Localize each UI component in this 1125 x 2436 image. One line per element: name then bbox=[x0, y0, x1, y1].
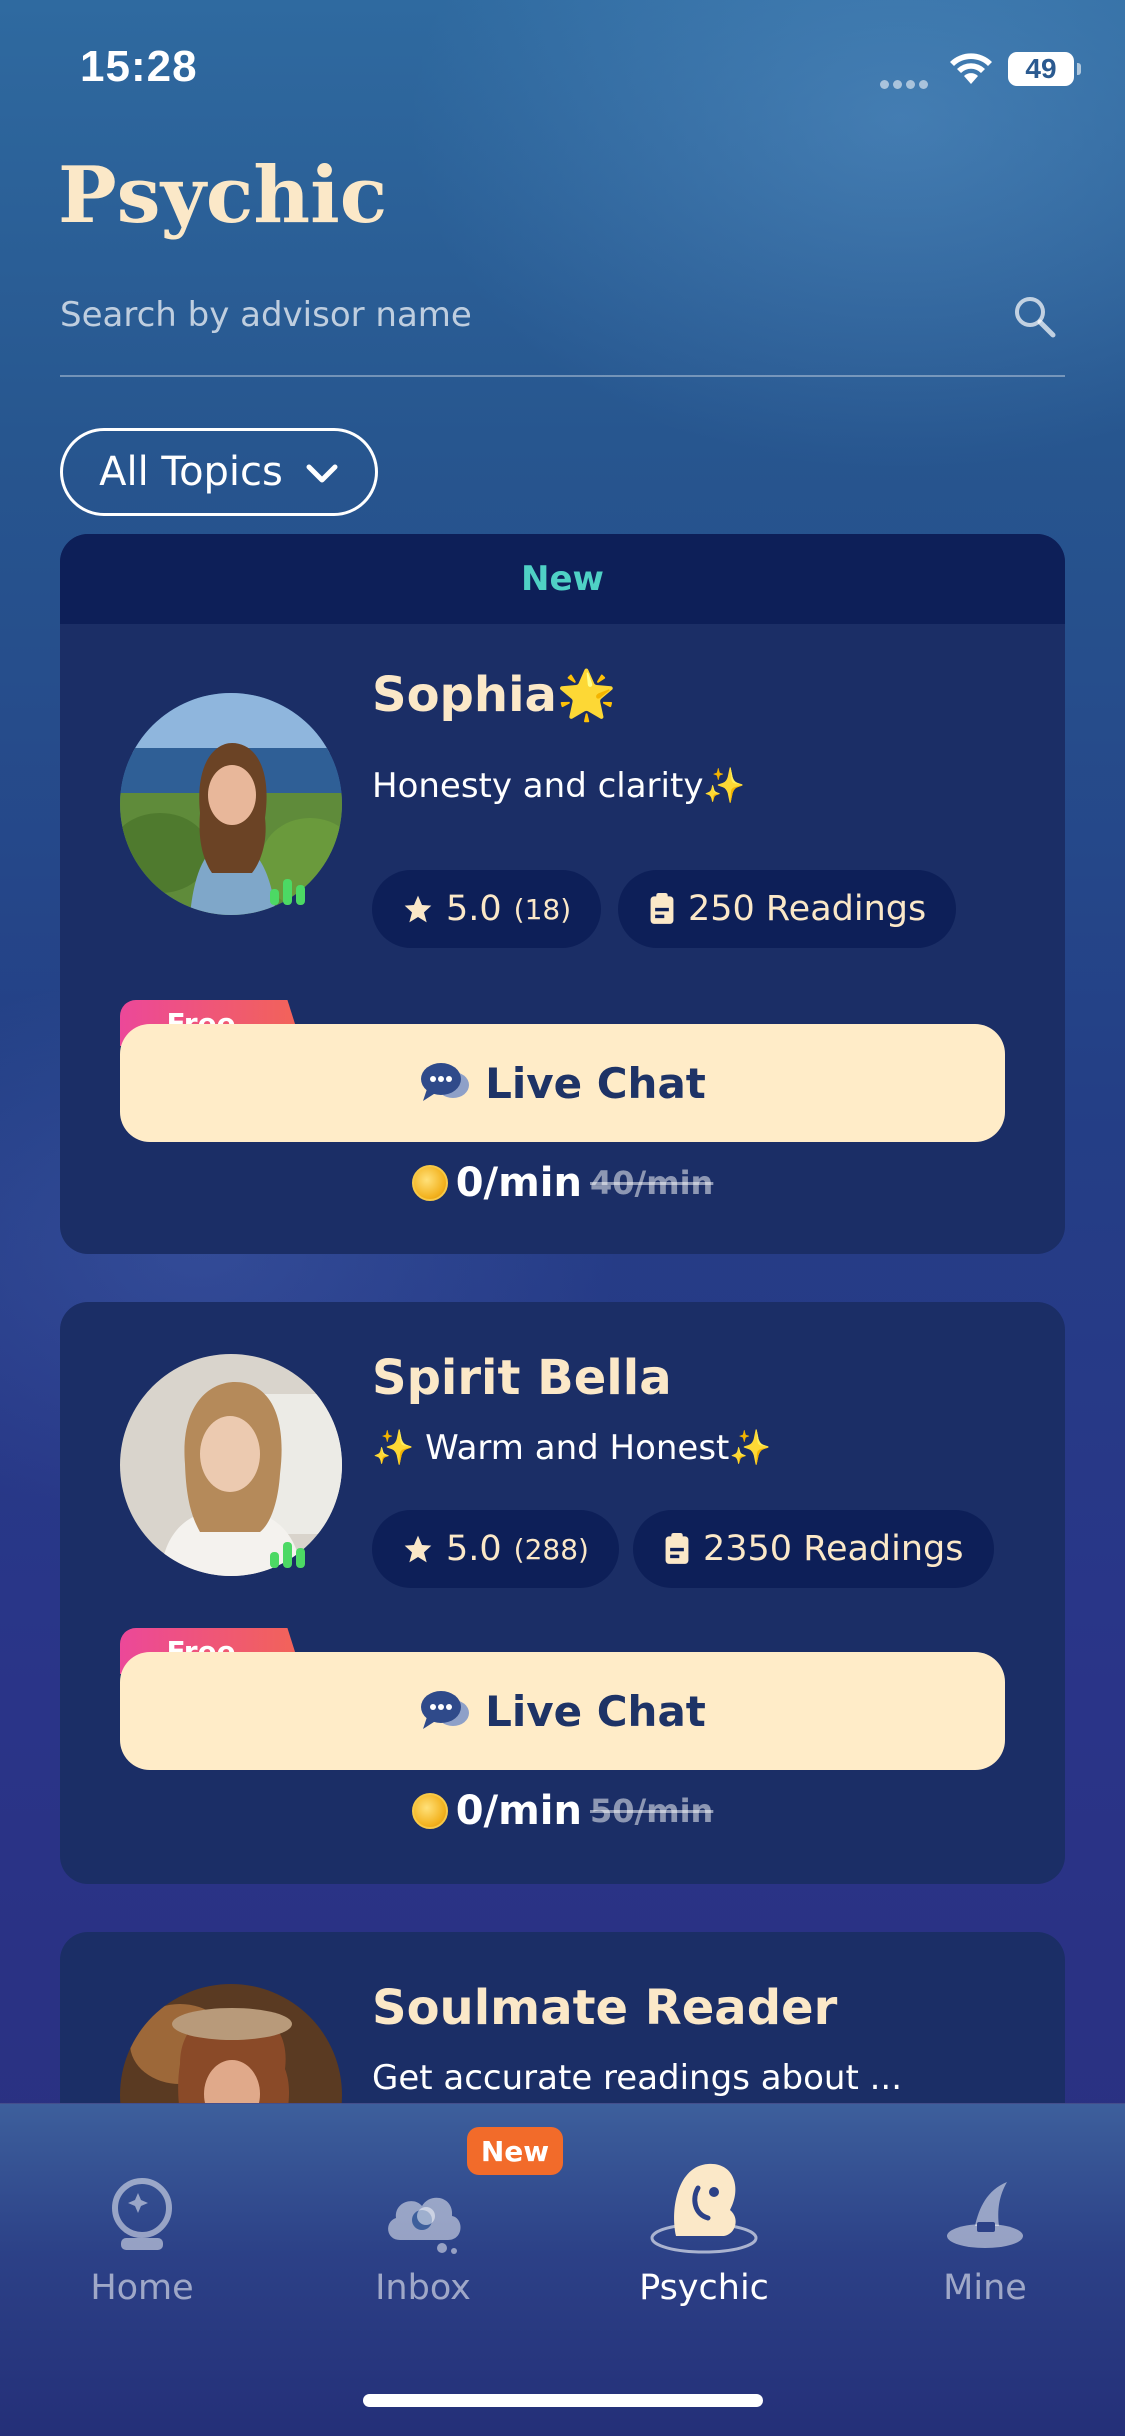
price-original: 50/min bbox=[590, 1792, 714, 1830]
star-icon bbox=[404, 1535, 432, 1563]
crystal-ball-icon bbox=[112, 2178, 172, 2250]
tab-mine[interactable]: Mine bbox=[885, 2144, 1085, 2308]
page-title: Psychic bbox=[58, 150, 388, 241]
search-input[interactable] bbox=[60, 285, 960, 345]
online-status-icon bbox=[270, 879, 305, 905]
rating-pill: 5.0 (288) bbox=[372, 1510, 619, 1588]
cellular-signal-icon bbox=[880, 74, 932, 93]
rating-value: 5.0 bbox=[446, 889, 502, 929]
star-icon bbox=[404, 895, 432, 923]
readings-pill: 250 Readings bbox=[618, 870, 957, 948]
rating-value: 5.0 bbox=[446, 1529, 502, 1569]
advisor-tagline: Honesty and clarity✨ bbox=[372, 766, 746, 806]
chat-bubble-icon bbox=[421, 1063, 470, 1101]
tab-home-label: Home bbox=[90, 2268, 194, 2308]
status-bar: 15:28 49 bbox=[0, 0, 1125, 130]
witch-hat-icon bbox=[947, 2182, 1023, 2248]
advisor-tagline: Get accurate readings about ... bbox=[372, 2058, 903, 2098]
price-row: 0/min 50/min bbox=[60, 1788, 1065, 1834]
coin-icon bbox=[411, 1793, 448, 1829]
advisor-name[interactable]: Sophia🌟 bbox=[372, 666, 617, 723]
price-current: 0/min bbox=[455, 1788, 582, 1834]
tab-mine-label: Mine bbox=[943, 2268, 1027, 2308]
topics-filter-label: All Topics bbox=[99, 449, 283, 495]
readings-count: 250 Readings bbox=[688, 889, 927, 929]
cloud-moon-icon bbox=[388, 2197, 461, 2254]
live-chat-button[interactable]: Live Chat bbox=[120, 1024, 1005, 1142]
chat-bubble-icon bbox=[421, 1691, 470, 1729]
advisor-card[interactable]: New Sophia🌟 Honesty and clarity✨ 5.0 (18… bbox=[60, 534, 1065, 1254]
rating-pill: 5.0 (18) bbox=[372, 870, 602, 948]
inbox-new-badge: New bbox=[467, 2127, 563, 2175]
tab-home[interactable]: Home bbox=[42, 2144, 242, 2308]
wifi-icon bbox=[950, 53, 992, 84]
tab-inbox-label: Inbox bbox=[375, 2268, 471, 2308]
rating-count: (288) bbox=[513, 1532, 589, 1566]
clipboard-icon bbox=[665, 1533, 689, 1564]
price-row: 0/min 40/min bbox=[60, 1160, 1065, 1206]
avatar[interactable] bbox=[120, 1354, 342, 1576]
live-chat-button[interactable]: Live Chat bbox=[120, 1652, 1005, 1770]
readings-pill: 2350 Readings bbox=[633, 1510, 994, 1588]
readings-count: 2350 Readings bbox=[703, 1529, 964, 1569]
rating-count: (18) bbox=[513, 892, 572, 926]
tab-psychic-label: Psychic bbox=[639, 2268, 769, 2308]
advisor-card[interactable]: Spirit Bella ✨ Warm and Honest✨ 5.0 (288… bbox=[60, 1302, 1065, 1884]
search-bar bbox=[60, 285, 1065, 377]
online-status-icon bbox=[270, 1542, 305, 1568]
coin-icon bbox=[411, 1165, 448, 1201]
tab-psychic[interactable]: Psychic bbox=[604, 2144, 804, 2308]
advisor-name[interactable]: Spirit Bella bbox=[372, 1350, 672, 1406]
price-current: 0/min bbox=[455, 1160, 582, 1206]
avatar[interactable] bbox=[120, 693, 342, 915]
advisor-tagline: ✨ Warm and Honest✨ bbox=[372, 1428, 772, 1468]
new-banner: New bbox=[60, 534, 1065, 624]
search-icon[interactable] bbox=[1011, 293, 1057, 339]
advisor-name[interactable]: Soulmate Reader bbox=[372, 1980, 837, 2036]
status-time: 15:28 bbox=[80, 42, 198, 91]
topics-filter-button[interactable]: All Topics bbox=[60, 428, 378, 516]
home-indicator[interactable] bbox=[363, 2394, 763, 2407]
chevron-down-icon bbox=[306, 464, 338, 483]
live-chat-label: Live Chat bbox=[485, 1058, 706, 1108]
clipboard-icon bbox=[650, 893, 674, 924]
battery-indicator: 49 bbox=[1008, 52, 1081, 86]
price-original: 40/min bbox=[590, 1164, 714, 1202]
psychic-icon bbox=[650, 2163, 758, 2254]
live-chat-label: Live Chat bbox=[485, 1686, 706, 1736]
